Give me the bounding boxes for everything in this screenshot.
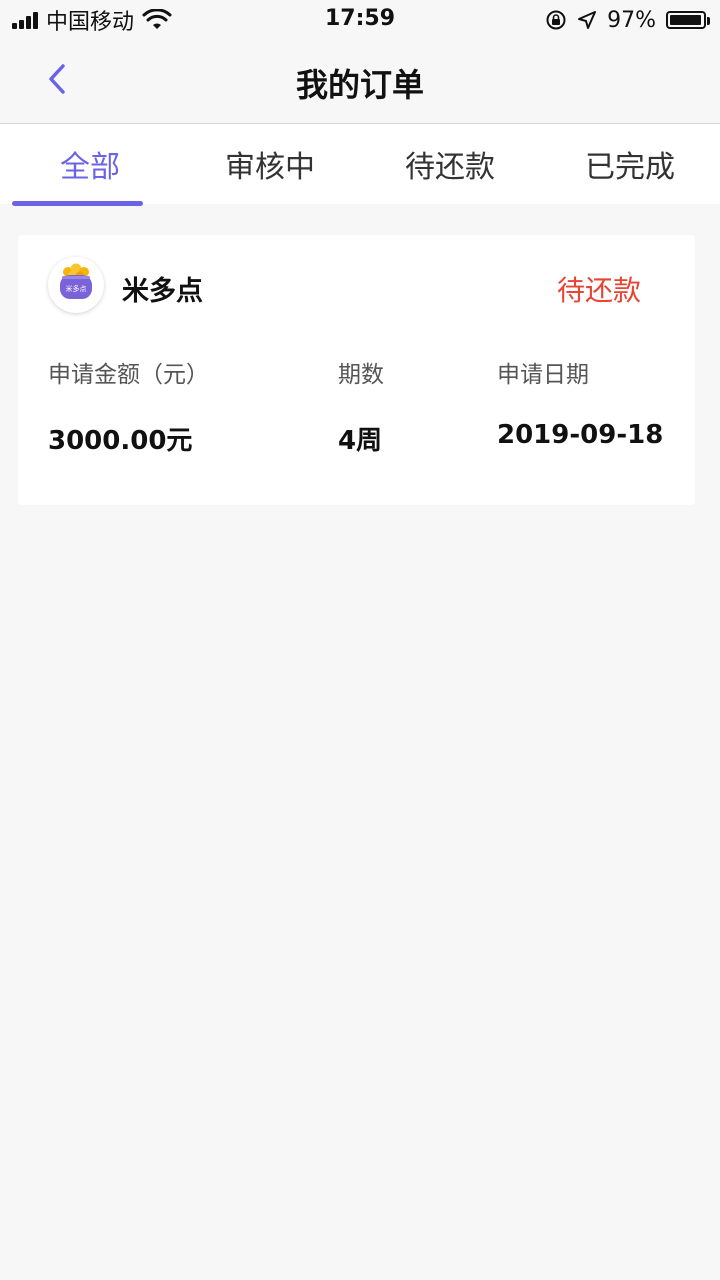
merchant-name: 米多点 xyxy=(122,276,203,307)
status-bar: 中国移动 17:59 97% xyxy=(0,0,720,40)
tab-completed[interactable]: 已完成 xyxy=(540,124,720,204)
order-tabs: 全部 审核中 待还款 已完成 xyxy=(0,124,720,204)
period-label: 期数 xyxy=(338,362,384,388)
tab-pending-repayment[interactable]: 待还款 xyxy=(360,124,540,204)
date-label: 申请日期 xyxy=(497,362,589,388)
battery-fill xyxy=(670,15,702,25)
logo-text: 米多点 xyxy=(66,284,87,293)
date-value: 2019-09-18 xyxy=(497,420,664,450)
lock-rotation-icon xyxy=(546,10,566,30)
status-badge: 待还款 xyxy=(556,274,641,307)
page-title: 我的订单 xyxy=(295,66,424,104)
period-value: 4周 xyxy=(338,426,383,456)
amount-value: 3000.00元 xyxy=(48,426,193,456)
tab-indicator xyxy=(12,201,143,206)
order-card[interactable]: 米多点 米多点 待还款 申请金额（元） 期数 申请日期 3000.00元 4周 … xyxy=(18,235,695,505)
nav-bar: 我的订单 xyxy=(0,40,720,124)
money-pot-icon: 米多点 xyxy=(60,263,92,299)
tab-reviewing[interactable]: 审核中 xyxy=(180,124,360,204)
amount-label: 申请金额（元） xyxy=(48,362,209,388)
battery-icon xyxy=(666,11,710,29)
merchant-logo: 米多点 xyxy=(48,257,104,313)
tab-all[interactable]: 全部 xyxy=(0,124,180,204)
location-arrow-icon xyxy=(578,11,597,29)
battery-percent: 97% xyxy=(607,7,656,33)
status-right: 97% xyxy=(545,6,710,34)
